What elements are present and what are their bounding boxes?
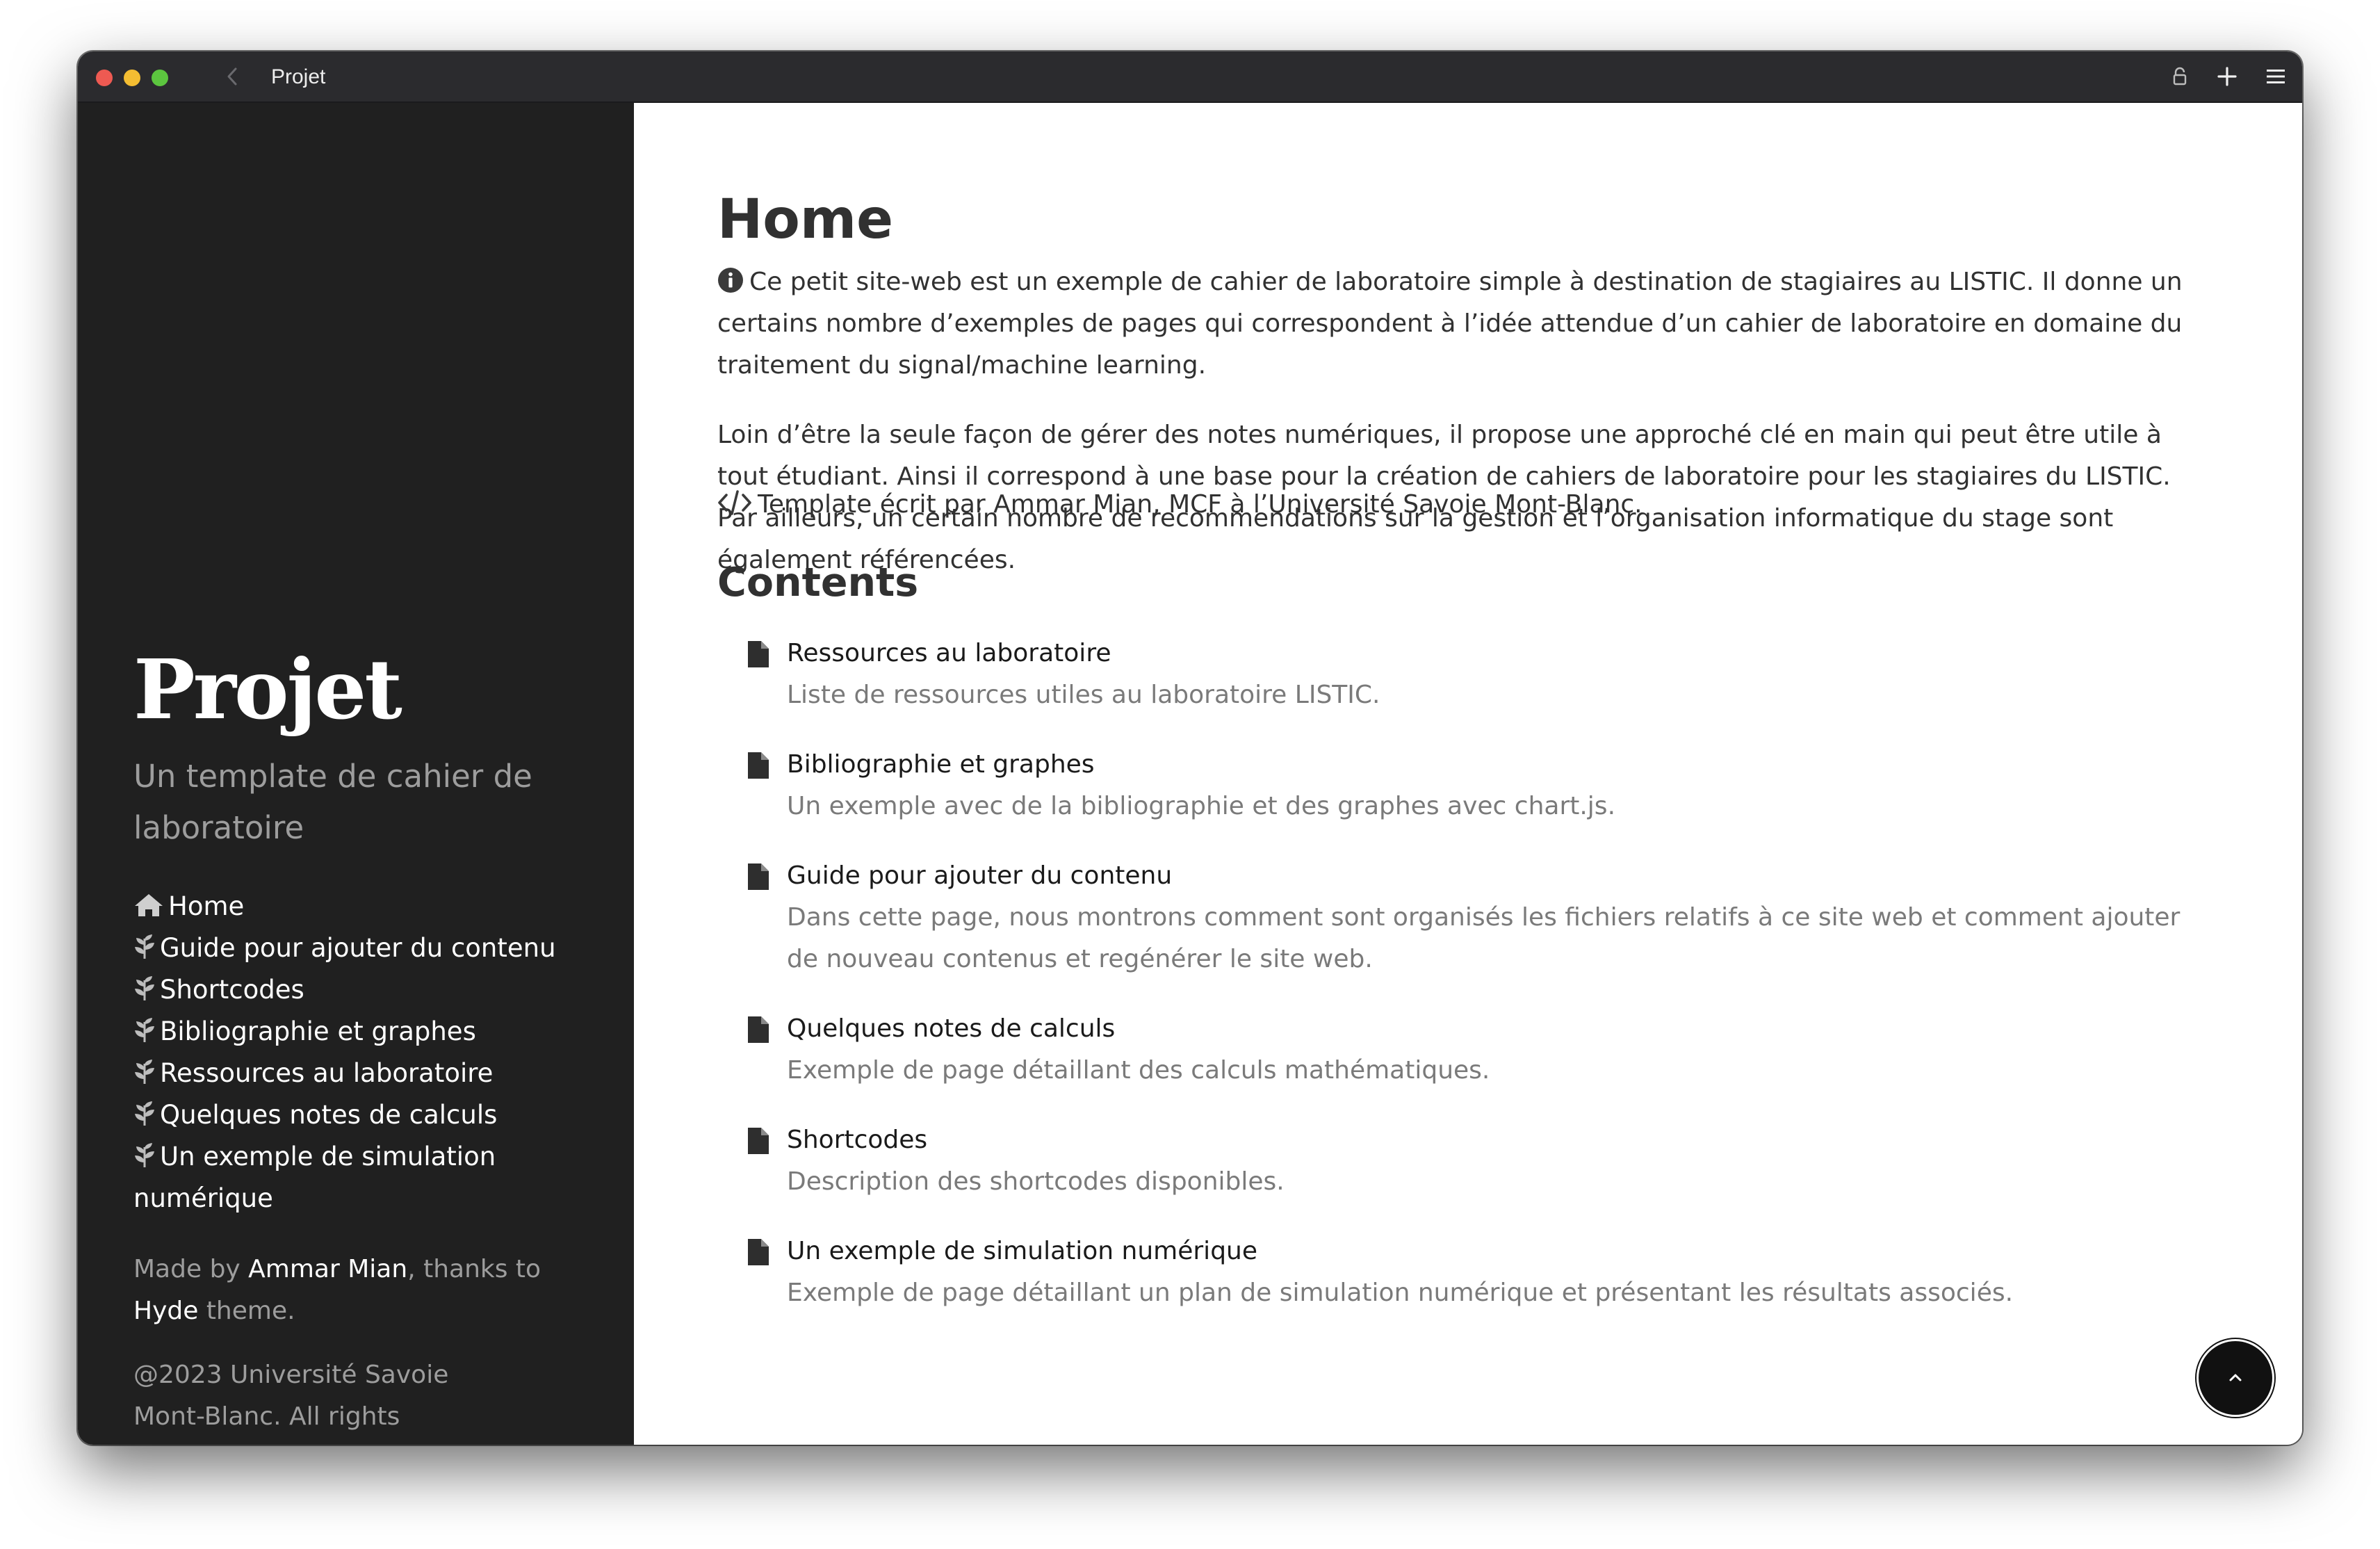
new-tab-button[interactable] (2212, 61, 2242, 92)
content-link[interactable]: Quelques notes de calculs (787, 1008, 2212, 1050)
title-bar: Projet (78, 51, 2302, 103)
sidebar-item-label: Home (168, 891, 245, 921)
plus-icon (2217, 67, 2237, 86)
file-icon (748, 863, 769, 890)
sidebar-item-shortcodes[interactable]: Shortcodes (133, 969, 578, 1011)
file-icon (748, 1016, 769, 1043)
sidebar-item-label: Guide pour ajouter du contenu (160, 933, 556, 963)
seedling-icon (135, 1143, 154, 1167)
info-circle-icon (718, 268, 743, 293)
template-note: Template écrit par Ammar Mian, MCF à l’U… (717, 484, 2198, 526)
sidebar-item-bibliographie[interactable]: Bibliographie et graphes (133, 1011, 578, 1053)
maximize-window-button[interactable] (152, 70, 168, 86)
file-icon (748, 752, 769, 779)
sidebar-item-label: Shortcodes (160, 975, 304, 1005)
sidebar-item-calculs[interactable]: Quelques notes de calculs (133, 1094, 578, 1136)
content-link[interactable]: Ressources au laboratoire (787, 633, 2212, 674)
sidebar: Projet Un template de cahier de laborato… (78, 103, 634, 1445)
file-icon (748, 1128, 769, 1154)
content-description: Description des shortcodes disponibles. (787, 1167, 1285, 1196)
theme-suffix: theme. (198, 1297, 295, 1325)
content-link[interactable]: Guide pour ajouter du contenu (787, 855, 2212, 897)
menu-button[interactable] (2260, 61, 2291, 92)
browser-window: Projet Projet Un template de cahier de l… (78, 51, 2302, 1445)
contents-list: Ressources au laboratoire Liste de resso… (717, 633, 2212, 1342)
chevron-left-icon (227, 67, 237, 86)
list-item: Ressources au laboratoire Liste de resso… (717, 633, 2212, 716)
site-tagline: Un template de cahier de laboratoire (133, 758, 532, 846)
intro-text: Ce petit site-web est un exemple de cahi… (717, 268, 2183, 380)
lock-icon (2173, 67, 2187, 86)
main-content: Home Ce petit site-web est un exemple de… (634, 103, 2302, 1445)
content-description: Liste de ressources utiles au laboratoir… (787, 681, 1380, 709)
back-button[interactable] (217, 61, 247, 92)
page-title: Home (717, 188, 894, 251)
theme-link[interactable]: Hyde (133, 1297, 198, 1325)
minimize-window-button[interactable] (124, 70, 140, 86)
file-icon (748, 1239, 769, 1265)
close-window-button[interactable] (96, 70, 113, 86)
chevron-up-icon (2229, 1374, 2242, 1381)
made-by-prefix: Made by (133, 1255, 249, 1283)
content-description: Exemple de page détaillant des calculs m… (787, 1056, 1490, 1085)
content-description: Exemple de page détaillant un plan de si… (787, 1279, 2014, 1307)
list-item: Bibliographie et graphes Un exemple avec… (717, 744, 2212, 827)
list-item: Quelques notes de calculs Exemple de pag… (717, 1008, 2212, 1092)
content-description: Un exemple avec de la bibliographie et d… (787, 792, 1616, 820)
seedling-icon (135, 1060, 154, 1084)
sidebar-item-home[interactable]: Home (133, 886, 578, 927)
list-item: Shortcodes Description des shortcodes di… (717, 1119, 2212, 1203)
home-icon (135, 894, 163, 916)
file-icon (748, 641, 769, 667)
lock-button[interactable] (2165, 61, 2195, 92)
seedling-icon (135, 1018, 154, 1042)
sidebar-nav: Home Guide pour ajouter du contenu Short… (133, 886, 578, 1219)
thanks-text: , thanks to (407, 1255, 541, 1283)
window-title: Projet (271, 65, 326, 88)
seedling-icon (135, 934, 154, 959)
copyright: @2023 Université Savoie Mont-Blanc. All … (133, 1361, 449, 1445)
list-item: Un exemple de simulation numérique Exemp… (717, 1231, 2212, 1314)
sidebar-item-label: Quelques notes de calculs (160, 1100, 498, 1130)
seedling-icon (135, 976, 154, 1000)
content-link[interactable]: Shortcodes (787, 1119, 2212, 1161)
made-by-credit: Made by Ammar Mian, thanks to Hyde theme… (133, 1249, 578, 1332)
site-brand[interactable]: Projet (133, 641, 402, 738)
contents-heading: Contents (717, 560, 919, 606)
sidebar-item-label: Ressources au laboratoire (160, 1058, 494, 1088)
content-description: Dans cette page, nous montrons comment s… (787, 903, 2181, 973)
hamburger-menu-icon (2267, 70, 2285, 83)
code-icon (718, 490, 751, 515)
sidebar-item-label: Bibliographie et graphes (160, 1016, 476, 1046)
sidebar-item-label: Un exemple de simulation numérique (133, 1142, 496, 1213)
author-link[interactable]: Ammar Mian (248, 1255, 407, 1283)
sidebar-item-simulation[interactable]: Un exemple de simulation numérique (133, 1136, 578, 1219)
content-link[interactable]: Bibliographie et graphes (787, 744, 2212, 786)
list-item: Guide pour ajouter du contenu Dans cette… (717, 855, 2212, 980)
template-note-text: Template écrit par Ammar Mian, MCF à l’U… (758, 490, 1643, 519)
scroll-to-top-button[interactable] (2196, 1339, 2274, 1417)
sidebar-item-ressources[interactable]: Ressources au laboratoire (133, 1053, 578, 1094)
content-link[interactable]: Un exemple de simulation numérique (787, 1231, 2212, 1272)
intro-paragraph: Ce petit site-web est un exemple de cahi… (717, 261, 2198, 387)
sidebar-item-guide[interactable]: Guide pour ajouter du contenu (133, 927, 578, 969)
seedling-icon (135, 1101, 154, 1126)
